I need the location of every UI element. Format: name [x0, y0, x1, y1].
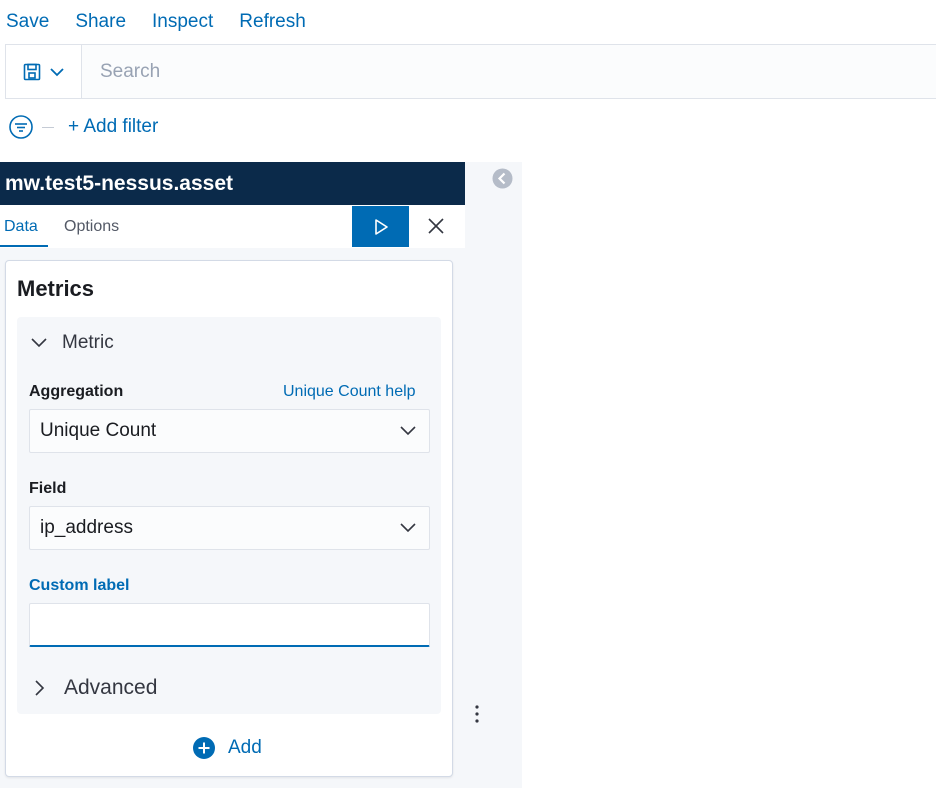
field-value: ip_address [40, 517, 133, 538]
search-input[interactable] [82, 45, 936, 98]
advanced-label: Advanced [64, 676, 158, 699]
chevron-down-icon [400, 523, 416, 533]
top-nav: Save Share Inspect Refresh [0, 0, 936, 44]
play-icon [374, 218, 388, 235]
filter-row: + Add filter [8, 112, 158, 142]
tab-options[interactable]: Options [64, 206, 119, 248]
vertical-dots-icon[interactable] [473, 703, 481, 725]
metric-accordion-label: Metric [62, 332, 114, 353]
close-icon [428, 218, 444, 234]
query-bar [5, 44, 936, 99]
field-label: Field [29, 480, 67, 497]
collapse-arrow-icon[interactable] [492, 168, 513, 189]
add-filter-button[interactable]: + Add filter [68, 116, 158, 138]
chevron-down-icon [31, 338, 47, 348]
visualization-canvas [522, 162, 936, 788]
add-metric-button[interactable]: Add [192, 735, 262, 761]
advanced-toggle[interactable]: Advanced [32, 674, 157, 702]
refresh-link[interactable]: Refresh [239, 11, 306, 33]
apply-changes-button[interactable] [352, 206, 409, 247]
saved-queries-button[interactable] [6, 45, 82, 98]
share-link[interactable]: Share [75, 11, 126, 33]
plus-circle-icon [193, 737, 215, 759]
aggregation-select[interactable]: Unique Count [29, 409, 430, 453]
metrics-title: Metrics [17, 276, 95, 301]
tab-data[interactable]: Data [0, 206, 48, 248]
save-icon [23, 63, 40, 80]
panel-gutter [465, 162, 522, 788]
add-metric-label: Add [228, 737, 262, 758]
inspect-link[interactable]: Inspect [152, 11, 213, 33]
field-select[interactable]: ip_address [29, 506, 430, 550]
custom-label-input[interactable] [29, 603, 430, 647]
custom-label-label: Custom label [29, 577, 130, 594]
filter-separator [42, 126, 54, 128]
filter-icon[interactable] [8, 114, 34, 140]
aggregation-value: Unique Count [40, 420, 157, 441]
discard-button[interactable] [420, 210, 452, 242]
index-pattern-title: mw.test5-nessus.asset [0, 162, 465, 205]
metric-accordion-toggle[interactable]: Metric [30, 330, 114, 356]
aggregation-help-link[interactable]: Unique Count help [283, 383, 416, 401]
chevron-down-icon [400, 426, 416, 436]
chevron-down-icon [49, 67, 64, 76]
aggregation-label: Aggregation [29, 383, 124, 400]
chevron-right-icon [35, 680, 45, 696]
save-link[interactable]: Save [6, 11, 49, 33]
